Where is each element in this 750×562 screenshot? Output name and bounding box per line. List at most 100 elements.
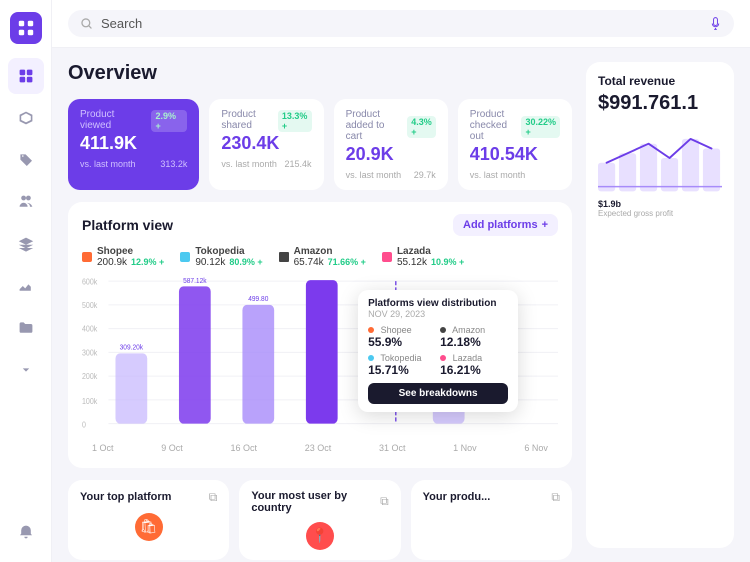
bottom-card-products: Your produ... ⧉ [411, 480, 572, 560]
x-label-2: 16 Oct [230, 443, 257, 453]
x-label-0: 1 Oct [92, 443, 114, 453]
country-icon: 📍 [306, 522, 334, 550]
svg-text:587.12k: 587.12k [183, 276, 207, 285]
tokopedia-dot [180, 252, 190, 262]
bottom-card-title-0: Your top platform [80, 491, 171, 503]
revenue-card: Total revenue $991.761.1 [586, 62, 734, 548]
revenue-gross-profit-label: Expected gross profit [598, 209, 722, 218]
svg-text:500k: 500k [82, 300, 97, 310]
revenue-value: $991.761.1 [598, 92, 722, 115]
stat-sub-3: vs. last month [470, 170, 560, 180]
stat-badge-3: 30.22% + [521, 116, 560, 138]
bottom-card-header-2: Your produ... ⧉ [423, 490, 560, 505]
amazon-dot [279, 252, 289, 262]
revenue-chart [598, 123, 722, 193]
content-area: Overview Product viewed 2.9% + 411.9K vs… [52, 48, 750, 562]
stat-label-2: Product added to cart [346, 109, 404, 142]
svg-text:300k: 300k [82, 348, 97, 358]
chart-x-labels: 1 Oct 9 Oct 16 Oct 23 Oct 31 Oct 1 Nov 6… [82, 443, 558, 453]
x-label-6: 6 Nov [524, 443, 548, 453]
stat-label-0: Product viewed [80, 109, 147, 131]
revenue-sub: $1.9b [598, 199, 722, 209]
sidebar-item-users[interactable] [8, 184, 44, 220]
see-breakdowns-button[interactable]: See breakdowns [368, 383, 508, 404]
external-icon-1[interactable]: ⧉ [380, 494, 389, 509]
svg-text:499.80: 499.80 [248, 293, 268, 303]
external-icon-0[interactable]: ⧉ [209, 490, 218, 505]
bottom-card-title-1: Your most user by country [251, 490, 380, 514]
mic-icon [709, 17, 722, 30]
bottom-card-header-0: Your top platform ⧉ [80, 490, 217, 505]
tooltip-date: NOV 29, 2023 [368, 309, 508, 319]
platform-view-title: Platform view [82, 217, 173, 233]
chart-tooltip: Platforms view distribution NOV 29, 2023… [358, 290, 518, 412]
external-icon-2[interactable]: ⧉ [551, 490, 560, 505]
stat-label-3: Product checked out [470, 109, 518, 142]
stat-card-added-to-cart: Product added to cart 4.3% + 20.9K vs. l… [334, 99, 448, 190]
stat-card-product-viewed: Product viewed 2.9% + 411.9K vs. last mo… [68, 99, 199, 190]
svg-text:400k: 400k [82, 324, 97, 334]
sidebar [0, 0, 52, 562]
tooltip-title: Platforms view distribution [368, 298, 508, 309]
stat-sub-1: vs. last month 215.4k [221, 159, 311, 169]
legend-lazada: Lazada 55.12k 10.9% + [382, 246, 464, 268]
legend-tokopedia: Tokopedia 90.12k 80.9% + [180, 246, 262, 268]
stat-badge-0: 2.9% + [151, 110, 187, 132]
bottom-card-by-country: Your most user by country ⧉ 📍 [239, 480, 400, 560]
svg-text:200k: 200k [82, 371, 97, 381]
sidebar-item-overview[interactable] [8, 58, 44, 94]
stats-row: Product viewed 2.9% + 411.9K vs. last mo… [68, 99, 572, 190]
x-label-5: 1 Nov [453, 443, 477, 453]
search-input[interactable] [101, 16, 701, 31]
sidebar-item-tags[interactable] [8, 142, 44, 178]
stat-value-3: 410.54K [470, 144, 560, 166]
main-area: Overview Product viewed 2.9% + 411.9K vs… [52, 0, 750, 562]
x-label-1: 9 Oct [161, 443, 183, 453]
platform-header: Platform view Add platforms + [82, 214, 558, 236]
x-label-4: 31 Oct [379, 443, 406, 453]
search-icon [80, 17, 93, 30]
search-bar[interactable] [68, 10, 734, 37]
bottom-cards-row: Your top platform ⧉ 🛍 Your most user by … [68, 480, 572, 560]
topbar [52, 0, 750, 48]
page-title: Overview [68, 62, 572, 85]
platform-legend: Shopee 200.9k 12.9% + Tokopedia [82, 246, 558, 268]
stat-badge-2: 4.3% + [407, 116, 436, 138]
add-platforms-button[interactable]: Add platforms + [453, 214, 558, 236]
tooltip-tokopedia: Tokopedia 15.71% [368, 353, 436, 377]
bar-chart: 0 100k 200k 300k 400k 500k 600k 309.20k … [82, 276, 558, 456]
platform-view-card: Platform view Add platforms + Shopee 200… [68, 202, 572, 468]
stat-label-1: Product shared [221, 109, 273, 131]
sidebar-item-folders[interactable] [8, 310, 44, 346]
tooltip-amazon: Amazon 12.18% [440, 325, 508, 349]
stat-value-0: 411.9K [80, 133, 187, 155]
app-logo [10, 12, 42, 44]
bottom-card-title-2: Your produ... [423, 491, 491, 503]
svg-text:0: 0 [82, 420, 86, 430]
revenue-chart-svg [598, 123, 722, 193]
bottom-card-header-1: Your most user by country ⧉ [251, 490, 388, 514]
sidebar-item-notifications[interactable] [8, 514, 44, 550]
stat-badge-1: 13.3% + [278, 110, 312, 132]
x-label-3: 23 Oct [305, 443, 332, 453]
stat-sub-0: vs. last month 313.2k [80, 159, 187, 169]
sidebar-item-layers[interactable] [8, 226, 44, 262]
svg-text:100k: 100k [82, 396, 97, 406]
sidebar-item-products[interactable] [8, 100, 44, 136]
sidebar-item-analytics[interactable] [8, 268, 44, 304]
sidebar-item-download[interactable] [8, 352, 44, 388]
tooltip-shopee: Shopee 55.9% [368, 325, 436, 349]
stat-value-1: 230.4K [221, 133, 311, 155]
stat-value-2: 20.9K [346, 144, 436, 166]
svg-text:630.19k: 630.19k [310, 276, 334, 278]
legend-amazon: Amazon 65.74k 71.66% + [279, 246, 366, 268]
left-panel: Overview Product viewed 2.9% + 411.9K vs… [68, 62, 572, 548]
tooltip-lazada: Lazada 16.21% [440, 353, 508, 377]
revenue-title: Total revenue [598, 74, 722, 88]
svg-text:309.20k: 309.20k [120, 341, 144, 351]
legend-shopee: Shopee 200.9k 12.9% + [82, 246, 164, 268]
svg-text:600k: 600k [82, 276, 97, 286]
platform-icon-shopee: 🛍 [135, 513, 163, 541]
tooltip-grid: Shopee 55.9% Amazon 12.18% [368, 325, 508, 377]
stat-sub-2: vs. last month 29.7k [346, 170, 436, 180]
